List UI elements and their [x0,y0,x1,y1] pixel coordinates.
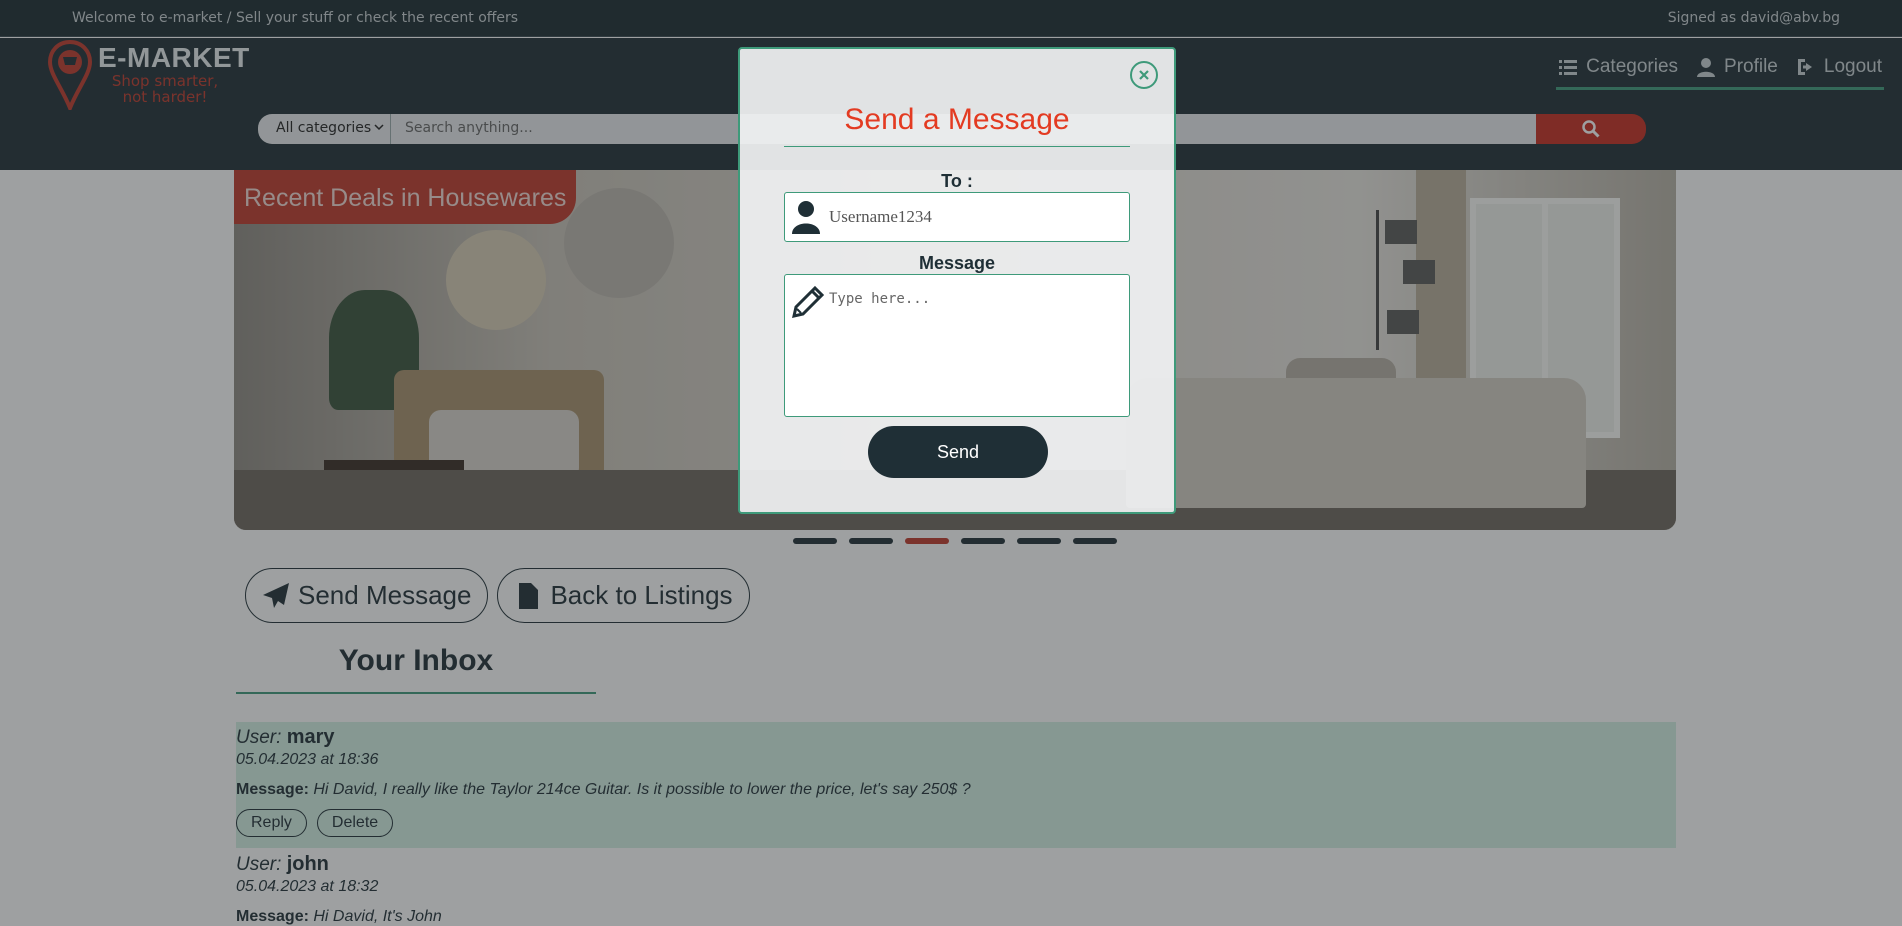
message-textarea[interactable]: Type here... [784,274,1130,417]
user-icon [792,201,820,234]
close-button[interactable] [1130,61,1158,89]
recipient-field[interactable]: Username1234 [784,192,1130,242]
recipient-placeholder: Username1234 [829,207,932,226]
message-placeholder: Type here... [829,291,931,307]
close-icon [1139,70,1149,80]
modal-title: Send a Message [784,103,1130,147]
send-message-modal: Send a Message To : Username1234 Message… [738,47,1176,514]
send-button[interactable]: Send [868,426,1048,478]
to-label: To : [941,171,973,191]
pencil-icon [792,285,825,318]
message-label: Message [918,253,996,273]
